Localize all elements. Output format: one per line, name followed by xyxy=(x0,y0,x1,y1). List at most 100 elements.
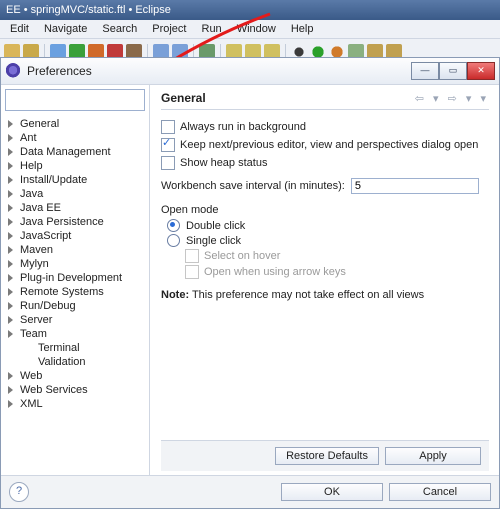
single-click-row[interactable]: Single click xyxy=(167,234,489,247)
tree-item-label: Web Services xyxy=(20,384,88,396)
expand-icon[interactable] xyxy=(7,288,16,297)
hover-row: Select on hover xyxy=(185,249,489,263)
expand-icon[interactable] xyxy=(7,302,16,311)
tree-item-label: Web xyxy=(20,370,42,382)
cancel-button[interactable]: Cancel xyxy=(389,483,491,501)
expand-icon[interactable] xyxy=(7,204,16,213)
always-bg-label: Always run in background xyxy=(180,121,306,133)
tree-item-javascript[interactable]: JavaScript xyxy=(1,229,149,243)
double-click-label: Double click xyxy=(186,220,245,232)
checkbox-icon xyxy=(185,249,199,263)
open-mode-legend: Open mode xyxy=(161,204,489,216)
checkbox-icon[interactable] xyxy=(161,120,175,134)
expand-icon[interactable] xyxy=(7,148,16,157)
tree-item-maven[interactable]: Maven xyxy=(1,243,149,257)
heap-label: Show heap status xyxy=(180,157,267,169)
note-label: Note: xyxy=(161,289,189,301)
tree-item-web-services[interactable]: Web Services xyxy=(1,383,149,397)
tree-item-web[interactable]: Web xyxy=(1,369,149,383)
tree-item-label: XML xyxy=(20,398,43,410)
expand-icon[interactable] xyxy=(7,176,16,185)
menu-project[interactable]: Project xyxy=(146,22,192,36)
tree-item-java-persistence[interactable]: Java Persistence xyxy=(1,215,149,229)
menu-navigate[interactable]: Navigate xyxy=(38,22,93,36)
minimize-button[interactable]: — xyxy=(411,62,439,80)
tree-item-remote-systems[interactable]: Remote Systems xyxy=(1,285,149,299)
radio-icon[interactable] xyxy=(167,219,180,232)
tree-item-help[interactable]: Help xyxy=(1,159,149,173)
tree-item-label: Plug-in Development xyxy=(20,272,122,284)
tree-item-label: Run/Debug xyxy=(20,300,76,312)
dialog-titlebar: Preferences — ▭ ✕ xyxy=(1,58,499,85)
tree-item-label: General xyxy=(20,118,59,130)
maximize-button[interactable]: ▭ xyxy=(439,62,467,80)
expand-icon[interactable] xyxy=(7,372,16,381)
checkbox-icon xyxy=(185,265,199,279)
menu-search[interactable]: Search xyxy=(96,22,143,36)
page-heading: General xyxy=(161,91,206,105)
note-text: This preference may not take effect on a… xyxy=(189,289,424,301)
expand-icon[interactable] xyxy=(7,190,16,199)
app-title: EE • springMVC/static.ftl • Eclipse xyxy=(0,0,500,20)
double-click-row[interactable]: Double click xyxy=(167,219,489,232)
dialog-footer: ? OK Cancel xyxy=(1,475,499,508)
close-button[interactable]: ✕ xyxy=(467,62,495,80)
expand-icon[interactable] xyxy=(7,246,16,255)
expand-icon[interactable] xyxy=(7,232,16,241)
tree-item-server[interactable]: Server xyxy=(1,313,149,327)
apply-button[interactable]: Apply xyxy=(385,447,481,465)
expand-icon[interactable] xyxy=(7,260,16,269)
tree-item-xml[interactable]: XML xyxy=(1,397,149,411)
single-click-label: Single click xyxy=(186,235,241,247)
tree-item-label: Ant xyxy=(20,132,37,144)
tree-item-label: Data Management xyxy=(20,146,111,158)
tree-item-ant[interactable]: Ant xyxy=(1,131,149,145)
tree-item-label: Java Persistence xyxy=(20,216,104,228)
radio-icon[interactable] xyxy=(167,234,180,247)
expand-icon[interactable] xyxy=(7,386,16,395)
restore-defaults-button[interactable]: Restore Defaults xyxy=(275,447,379,465)
expand-icon[interactable] xyxy=(7,120,16,129)
checkbox-icon[interactable] xyxy=(161,138,175,152)
expand-icon[interactable] xyxy=(7,162,16,171)
tree-item-terminal[interactable]: Terminal xyxy=(1,341,149,355)
tree-item-validation[interactable]: Validation xyxy=(1,355,149,369)
tree-item-plug-in-development[interactable]: Plug-in Development xyxy=(1,271,149,285)
heap-row[interactable]: Show heap status xyxy=(161,156,489,170)
tree-item-label: Install/Update xyxy=(20,174,87,186)
hover-label: Select on hover xyxy=(204,250,280,262)
menu-window[interactable]: Window xyxy=(231,22,282,36)
tree-item-label: Mylyn xyxy=(20,258,49,270)
checkbox-icon[interactable] xyxy=(161,156,175,170)
help-button[interactable]: ? xyxy=(9,482,29,502)
expand-icon[interactable] xyxy=(7,218,16,227)
expand-icon[interactable] xyxy=(7,316,16,325)
tree-item-run-debug[interactable]: Run/Debug xyxy=(1,299,149,313)
note: Note: This preference may not take effec… xyxy=(161,289,489,301)
interval-input[interactable] xyxy=(351,178,479,194)
tree-item-team[interactable]: Team xyxy=(1,327,149,341)
filter-input[interactable] xyxy=(5,89,145,111)
expand-icon[interactable] xyxy=(7,330,16,339)
nav-icons[interactable]: ⇦ ▾ ⇨ ▾ ▾ xyxy=(415,92,489,105)
always-bg-row[interactable]: Always run in background xyxy=(161,120,489,134)
expand-icon[interactable] xyxy=(7,134,16,143)
tree-item-label: Remote Systems xyxy=(20,286,104,298)
keep-editor-row[interactable]: Keep next/previous editor, view and pers… xyxy=(161,138,489,152)
tree-item-java[interactable]: Java xyxy=(1,187,149,201)
tree-item-install-update[interactable]: Install/Update xyxy=(1,173,149,187)
expand-icon[interactable] xyxy=(7,400,16,409)
expand-icon[interactable] xyxy=(25,344,34,353)
menu-run[interactable]: Run xyxy=(196,22,228,36)
menu-edit[interactable]: Edit xyxy=(4,22,35,36)
menubar: EditNavigateSearchProject RunWindowHelp xyxy=(0,20,500,39)
tree-item-general[interactable]: General xyxy=(1,117,149,131)
tree-item-java-ee[interactable]: Java EE xyxy=(1,201,149,215)
page-buttons: Restore Defaults Apply xyxy=(161,440,489,471)
tree-item-data-management[interactable]: Data Management xyxy=(1,145,149,159)
tree-item-mylyn[interactable]: Mylyn xyxy=(1,257,149,271)
expand-icon[interactable] xyxy=(7,274,16,283)
ok-button[interactable]: OK xyxy=(281,483,383,501)
menu-help[interactable]: Help xyxy=(285,22,320,36)
expand-icon[interactable] xyxy=(25,358,34,367)
